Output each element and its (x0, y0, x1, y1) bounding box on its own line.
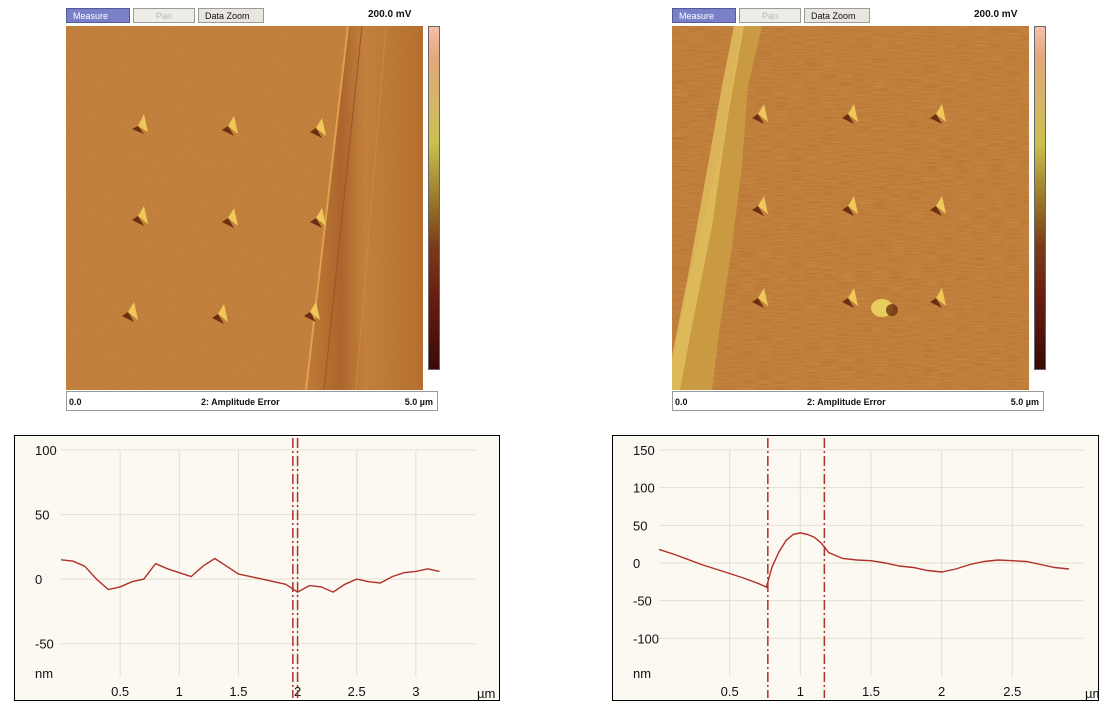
x-tick-label: 1.5 (229, 684, 247, 699)
y-tick-label: 50 (35, 508, 49, 523)
profile-chart-left: 100500-50nm0.511.522.53µm (35, 438, 495, 700)
measure-button[interactable]: Measure (672, 8, 736, 23)
y-tick-label: 100 (633, 481, 655, 496)
amplitude-error-image[interactable] (672, 26, 1029, 390)
x-tick-label: 2.5 (1003, 684, 1021, 699)
measure-button[interactable]: Measure (66, 8, 130, 23)
x-start-label: 0.0 (675, 397, 688, 407)
x-tick-label: 1 (176, 684, 183, 699)
x-tick-label: 2.5 (348, 684, 366, 699)
image-x-axis: 0.0 2: Amplitude Error 5.0 µm (672, 391, 1044, 411)
x-end-label: 5.0 µm (404, 397, 433, 407)
image-toolbar: Measure Pan Data Zoom (672, 8, 870, 24)
channel-label: 2: Amplitude Error (807, 397, 886, 407)
x-tick-label: 0.5 (111, 684, 129, 699)
amplitude-error-image[interactable] (66, 26, 423, 390)
color-scale-bar (1034, 26, 1046, 370)
y-tick-label: 0 (35, 572, 42, 587)
y-unit-label: nm (35, 666, 53, 681)
x-start-label: 0.0 (69, 397, 82, 407)
image-toolbar: Measure Pan Data Zoom (66, 8, 264, 24)
x-unit-label: µm (1085, 686, 1098, 700)
x-tick-label: 1 (797, 684, 804, 699)
data-zoom-button[interactable]: Data Zoom (804, 8, 870, 23)
channel-label: 2: Amplitude Error (201, 397, 280, 407)
x-end-label: 5.0 µm (1010, 397, 1039, 407)
y-tick-label: 0 (633, 556, 640, 571)
afm-image-panel-right: Measure Pan Data Zoom 200.0 mV 0.0 2: Am… (672, 8, 1046, 412)
x-tick-label: 3 (412, 684, 419, 699)
color-scale-max-label: 200.0 mV (974, 9, 1018, 20)
pan-button[interactable]: Pan (739, 8, 801, 23)
color-scale-bar (428, 26, 440, 370)
x-unit-label: µm (477, 686, 495, 700)
color-scale-max-label: 200.0 mV (368, 9, 412, 20)
section-profile-left[interactable]: 100500-50nm0.511.522.53µm (14, 435, 500, 701)
image-x-axis: 0.0 2: Amplitude Error 5.0 µm (66, 391, 438, 411)
section-profile-right[interactable]: 150 100 50 0 -50 -100 nm 0.5 1 1.5 2 2.5 µm (612, 435, 1099, 701)
data-zoom-button[interactable]: Data Zoom (198, 8, 264, 23)
x-tick-label: 1.5 (862, 684, 880, 699)
y-tick-label: -100 (633, 631, 659, 646)
y-unit-label: nm (633, 666, 651, 681)
y-tick-label: -50 (35, 637, 54, 652)
x-tick-label: 2 (938, 684, 945, 699)
y-tick-label: 50 (633, 518, 647, 533)
profile-chart-right: 150 100 50 0 -50 -100 nm 0.5 1 1.5 2 2.5 µm (633, 438, 1098, 700)
afm-image-panel-left: Measure Pan Data Zoom 200.0 mV 0.0 2: Am… (66, 8, 440, 412)
y-tick-label: -50 (633, 594, 652, 609)
y-tick-label: 100 (35, 443, 57, 458)
y-tick-label: 150 (633, 443, 655, 458)
x-tick-label: 0.5 (721, 684, 739, 699)
pan-button[interactable]: Pan (133, 8, 195, 23)
profile-line (658, 532, 1069, 589)
profile-line (60, 557, 440, 593)
